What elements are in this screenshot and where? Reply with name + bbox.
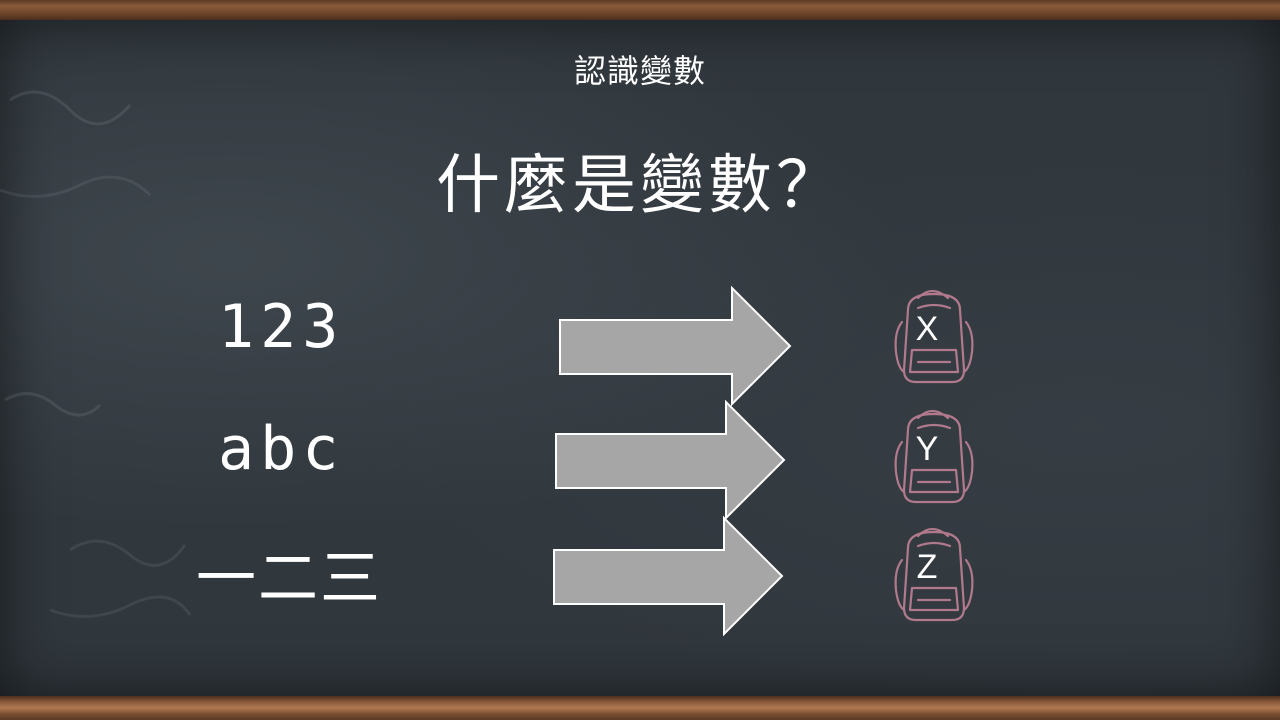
arrow-group (553, 285, 792, 637)
variable-backpack-z: Z (888, 518, 978, 628)
right-arrow-icon (559, 285, 792, 407)
slide: 認識變數 什麼是變數？ 123 abc 一二三 X Y Z (0, 0, 1280, 720)
variable-backpack-y: Y (888, 400, 978, 510)
value-label-letters: abc (218, 414, 345, 484)
variable-backpack-x: X (888, 280, 978, 390)
variable-name-y: Y (915, 430, 939, 468)
value-label-numbers: 123 (218, 292, 345, 362)
variable-name-x: X (915, 310, 939, 348)
variable-name-z: Z (916, 548, 938, 586)
chalkboard-frame-bottom (0, 696, 1280, 720)
right-arrow-icon (555, 399, 786, 521)
slide-title: 什麼是變數？ (436, 149, 844, 223)
right-arrow-icon (553, 515, 784, 637)
slide-subtitle: 認識變數 (573, 52, 706, 90)
value-label-chinese: 一二三 (196, 544, 382, 614)
